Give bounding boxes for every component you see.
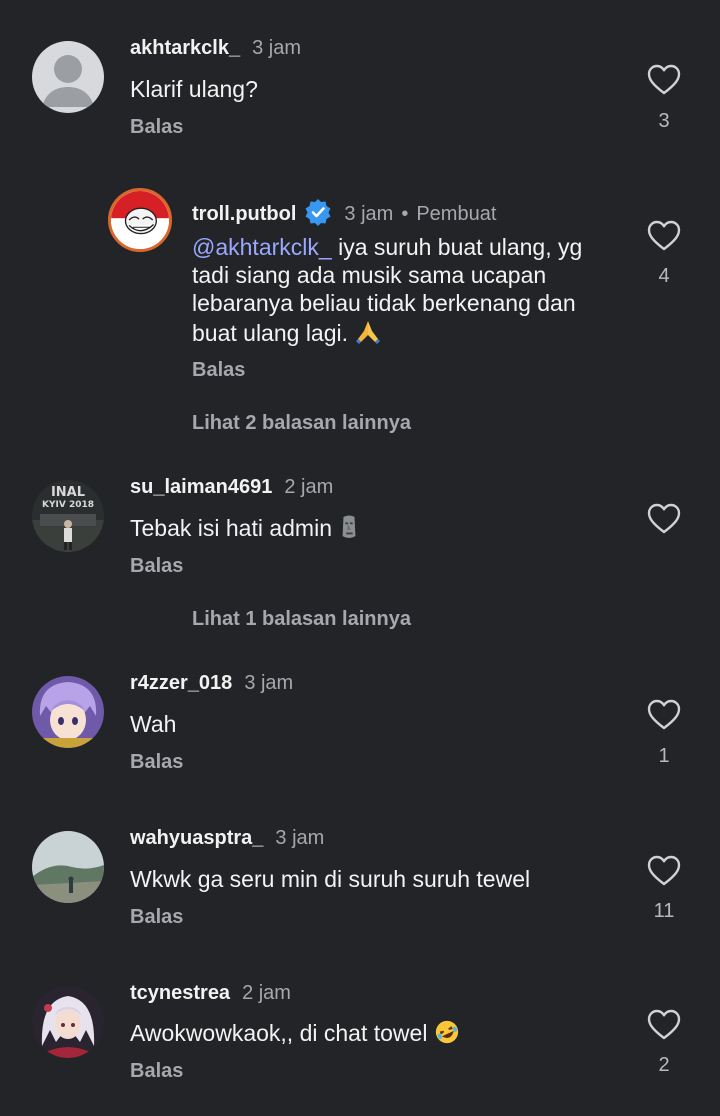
reply-button[interactable]: Balas bbox=[130, 1060, 183, 1083]
comment-su-laiman4691: INAL KYIV 2018 su_laiman4691 2 jam Tebak… bbox=[0, 450, 720, 646]
username[interactable]: troll.putbol bbox=[192, 203, 296, 226]
comment-meta: akhtarkclk_ 3 jam bbox=[130, 37, 301, 60]
timestamp: 3 jam bbox=[275, 827, 325, 849]
separator-dot: • bbox=[401, 203, 409, 225]
username[interactable]: tcynestrea bbox=[130, 982, 230, 1005]
heart-icon[interactable] bbox=[647, 1009, 681, 1041]
timestamp: 2 jam bbox=[284, 476, 334, 498]
comment-r4zzer-018: r4zzer_018 3 jam Wah Balas 1 bbox=[0, 646, 720, 802]
text-content: Tebak isi hati admin bbox=[130, 515, 332, 541]
folded-hands-icon bbox=[354, 317, 382, 351]
like-count: 1 bbox=[658, 745, 670, 767]
comment-meta: r4zzer_018 3 jam bbox=[130, 672, 293, 695]
comment-text: Awokwowkaok,, di chat towel bbox=[130, 1019, 460, 1051]
rofl-emoji-icon bbox=[434, 1019, 460, 1051]
reply-button[interactable]: Balas bbox=[130, 116, 183, 139]
like-count: 3 bbox=[658, 110, 670, 132]
verified-badge-icon bbox=[304, 198, 332, 226]
comment-text: Wkwk ga seru min di suruh suruh tewel bbox=[130, 866, 531, 892]
anime-avatar bbox=[32, 676, 104, 748]
comment-text: @akhtarkclk_ iya suruh buat ulang, yg ta… bbox=[192, 233, 612, 351]
comment-text: Klarif ulang? bbox=[130, 76, 258, 102]
creator-label: Pembuat bbox=[416, 203, 497, 225]
view-more-replies[interactable]: Lihat 1 balasan lainnya bbox=[192, 608, 411, 631]
username[interactable]: su_laiman4691 bbox=[130, 476, 272, 499]
heart-icon[interactable] bbox=[647, 855, 681, 887]
avatar[interactable] bbox=[32, 986, 104, 1058]
moai-icon bbox=[338, 514, 360, 546]
avatar[interactable]: INAL KYIV 2018 bbox=[32, 480, 104, 552]
comment-meta: tcynestrea 2 jam bbox=[130, 982, 291, 1005]
text-line: iya suruh buat ulang, yg bbox=[338, 234, 583, 260]
avatar[interactable] bbox=[32, 831, 104, 903]
reply-button[interactable]: Balas bbox=[192, 359, 245, 382]
heart-icon[interactable] bbox=[647, 503, 681, 535]
heart-icon[interactable] bbox=[647, 220, 681, 252]
view-more-replies[interactable]: Lihat 2 balasan lainnya bbox=[192, 412, 411, 435]
comment-troll-putbol: troll.putbol 3 jam • Pembuat @akhtarkclk… bbox=[0, 160, 720, 450]
troll-face-logo bbox=[111, 191, 169, 249]
username[interactable]: akhtarkclk_ bbox=[130, 37, 240, 60]
comment-wahyuasptra: wahyuasptra_ 3 jam Wkwk ga seru min di s… bbox=[0, 802, 720, 956]
like-count: 4 bbox=[658, 265, 670, 287]
avatar-text: INAL bbox=[51, 485, 85, 500]
timestamp: 3 jam bbox=[252, 37, 301, 59]
comment-meta: wahyuasptra_ 3 jam bbox=[130, 827, 324, 850]
heart-icon[interactable] bbox=[647, 699, 681, 731]
text-line: buat ulang lagi. bbox=[192, 320, 349, 346]
username[interactable]: wahyuasptra_ bbox=[130, 827, 263, 850]
text-content: Awokwowkaok,, di chat towel bbox=[130, 1020, 428, 1046]
avatar-text: KYIV 2018 bbox=[42, 500, 94, 510]
comment-meta: su_laiman4691 2 jam bbox=[130, 476, 333, 499]
like-count: 2 bbox=[658, 1054, 670, 1076]
comment-meta: troll.putbol 3 jam • Pembuat bbox=[192, 192, 496, 226]
timestamp: 3 jam bbox=[344, 203, 394, 225]
heart-icon[interactable] bbox=[647, 64, 681, 96]
timestamp: 2 jam bbox=[242, 982, 291, 1004]
default-user-icon bbox=[32, 41, 104, 113]
timestamp: 3 jam bbox=[244, 672, 294, 694]
mention-link[interactable]: @akhtarkclk_ bbox=[192, 234, 332, 260]
text-line: lebaranya beliau tidak berkenang dan bbox=[192, 290, 576, 316]
stadium-photo: INAL KYIV 2018 bbox=[32, 480, 104, 552]
comment-text: Wah bbox=[130, 711, 177, 737]
text-line: tadi siang ada musik sama ucapan bbox=[192, 262, 547, 288]
reply-button[interactable]: Balas bbox=[130, 555, 183, 578]
username[interactable]: r4zzer_018 bbox=[130, 672, 232, 695]
anime-avatar bbox=[32, 986, 104, 1058]
avatar[interactable] bbox=[32, 676, 104, 748]
landscape-photo bbox=[32, 831, 104, 903]
reply-button[interactable]: Balas bbox=[130, 906, 183, 929]
comment-akhtarkclk: akhtarkclk_ 3 jam Klarif ulang? Balas 3 bbox=[0, 0, 720, 160]
avatar[interactable] bbox=[108, 188, 172, 252]
comment-text: Tebak isi hati admin bbox=[130, 514, 360, 546]
comment-tcynestrea: tcynestrea 2 jam Awokwowkaok,, di chat t… bbox=[0, 956, 720, 1116]
avatar[interactable] bbox=[32, 41, 104, 113]
like-count: 11 bbox=[653, 900, 675, 922]
reply-button[interactable]: Balas bbox=[130, 751, 183, 774]
